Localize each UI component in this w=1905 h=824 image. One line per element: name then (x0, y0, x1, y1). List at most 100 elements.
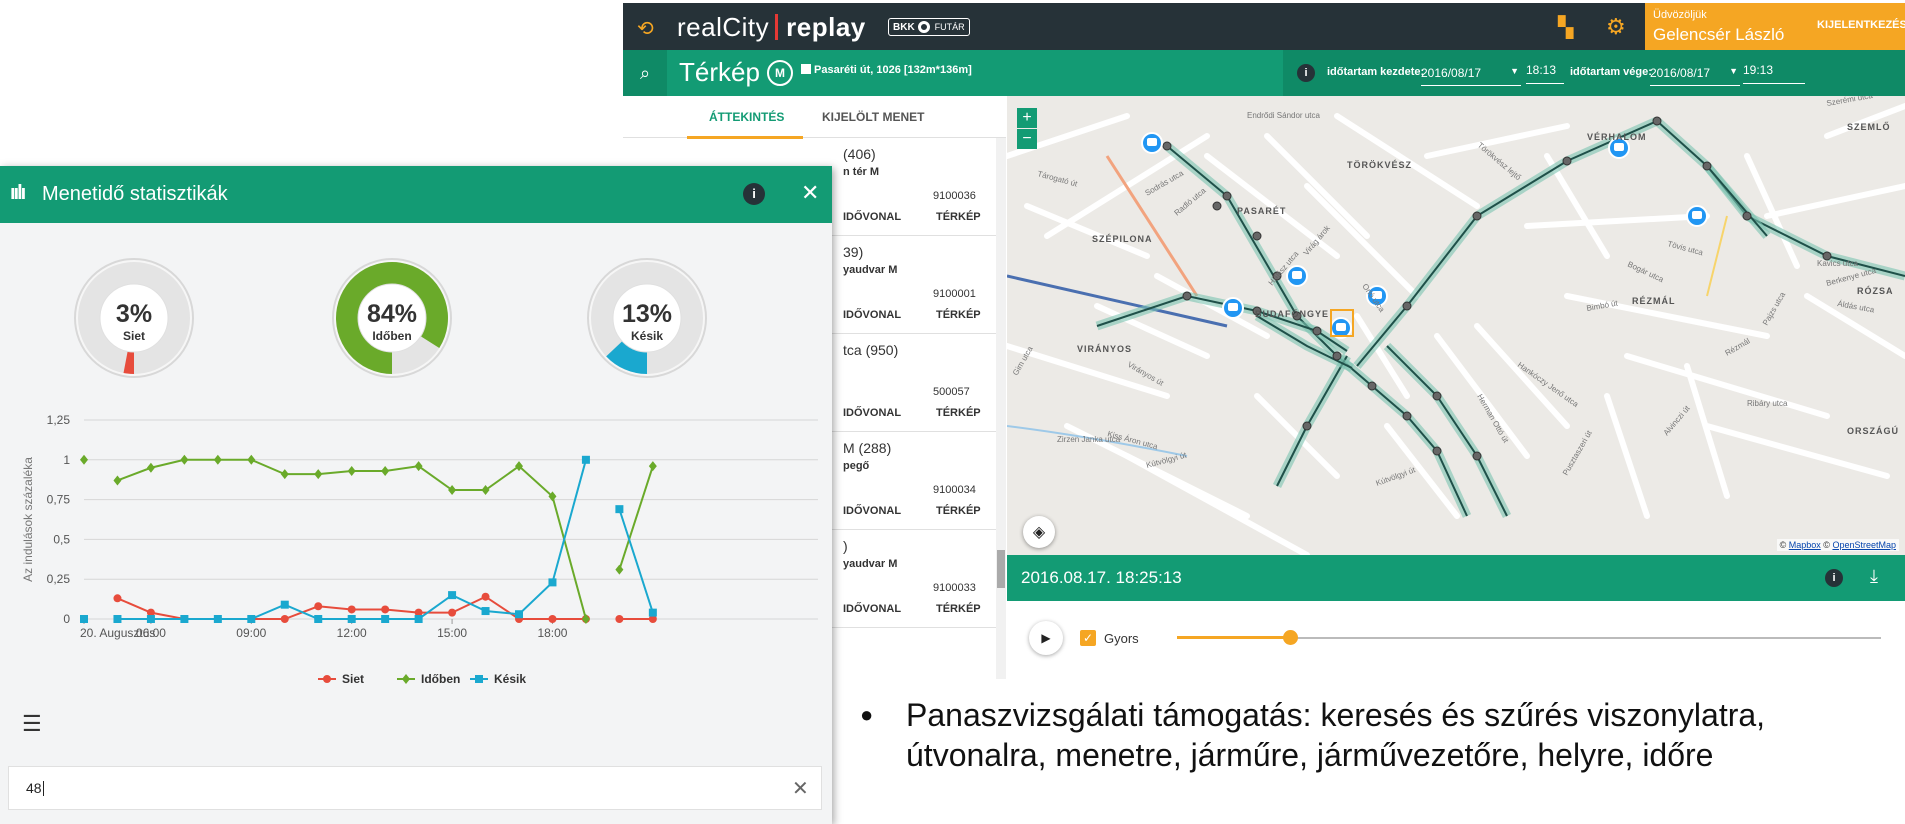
page-title: Térkép (679, 57, 760, 87)
stop-marker[interactable] (1432, 391, 1442, 401)
stop-marker[interactable] (1312, 326, 1322, 336)
info-icon[interactable]: i (1297, 64, 1315, 82)
chevron-down-icon: ▼ (1729, 66, 1738, 76)
legend-item-siet[interactable]: Siet (318, 672, 364, 686)
stop-marker[interactable] (1182, 291, 1192, 301)
brand-product: replay (786, 12, 866, 42)
mapbox-link[interactable]: Mapbox (1789, 540, 1821, 550)
stop-marker[interactable] (1402, 411, 1412, 421)
bkk-ring-icon (917, 21, 930, 33)
timeline-link[interactable]: IDŐVONAL (843, 309, 901, 321)
bkk-futar-badge: BKK FUTÁR (888, 18, 970, 36)
data-point (80, 615, 88, 623)
list-scrollbar[interactable] (996, 138, 1006, 679)
street (1424, 123, 1570, 159)
stop-marker[interactable] (1367, 381, 1377, 391)
start-time-input[interactable]: 18:13 (1526, 58, 1564, 84)
trip-time-chart: 00,250,50,7511,25Az indulások százaléka2… (21, 413, 818, 686)
map-link[interactable]: TÉRKÉP (936, 603, 981, 615)
data-point (648, 608, 657, 617)
map-link[interactable]: TÉRKÉP (936, 505, 981, 517)
end-date-select[interactable]: 2016/08/17 ▼ (1650, 60, 1740, 86)
end-time-input[interactable]: 19:13 (1743, 58, 1805, 84)
clear-icon[interactable]: ✕ (792, 776, 809, 801)
x-tick-label: 06:00 (136, 626, 166, 640)
stop-marker[interactable] (1472, 211, 1482, 221)
stop-marker[interactable] (1472, 451, 1482, 461)
line-search-input[interactable]: 48 ✕ (8, 766, 822, 810)
map-view[interactable]: TÖRÖKVÉSZ PASARÉT SZÉPILONA BUDAFÖNGYE VIRÁN… (1007, 96, 1905, 555)
stop-marker[interactable] (1302, 421, 1312, 431)
tab-overview[interactable]: ÁTTEKINTÉS (709, 110, 784, 124)
gauge-siet: 3%Siet (74, 258, 194, 378)
series-line (618, 465, 654, 570)
data-point (80, 454, 88, 465)
timeline-link[interactable]: IDŐVONAL (843, 211, 901, 223)
stop-marker[interactable] (1742, 211, 1752, 221)
stop-marker[interactable] (1652, 116, 1662, 126)
stop-marker[interactable] (1702, 161, 1712, 171)
logout-button[interactable]: KIJELENTKEZÉS (1817, 19, 1905, 31)
trip-route: tca (950) (843, 342, 899, 358)
layers-icon[interactable]: ◈ (1023, 516, 1055, 548)
street (1624, 353, 1830, 419)
search-value-text: 48 (26, 780, 42, 796)
start-label: időtartam kezdete: (1327, 66, 1425, 78)
history-icon[interactable]: ⟲ (637, 16, 654, 41)
zoom-out-button[interactable]: − (1017, 129, 1037, 149)
bus-glyph (1614, 143, 1624, 151)
map-canvas[interactable]: TÖRÖKVÉSZ PASARÉT SZÉPILONA BUDAFÖNGYE VIRÁN… (1007, 96, 1905, 555)
zoom-in-button[interactable]: + (1017, 108, 1037, 128)
stop-marker[interactable] (1332, 351, 1342, 361)
map-icon[interactable]: M (767, 60, 793, 86)
stats-title: Menetidő statisztikák (42, 183, 228, 205)
district-label: PASARÉT (1237, 206, 1286, 216)
stop-marker[interactable] (1222, 191, 1232, 201)
info-icon[interactable]: i (1825, 569, 1843, 587)
playback-bar: 2016.08.17. 18:25:13 i ⤓ (1007, 555, 1905, 601)
copyright-sign: © (1823, 540, 1830, 550)
stop-marker[interactable] (1252, 231, 1262, 241)
bus-icon[interactable] (1222, 297, 1244, 319)
data-point (615, 564, 624, 575)
info-icon[interactable]: i (743, 183, 765, 205)
dashboard-icon[interactable]: ▚ (1558, 15, 1573, 40)
play-button[interactable]: ▶ (1029, 621, 1063, 655)
data-point (180, 454, 189, 465)
stop-marker[interactable] (1432, 446, 1442, 456)
stop-marker[interactable] (1212, 201, 1222, 211)
legend-item-időben[interactable]: Időben (397, 672, 460, 686)
bus-glyph (1228, 303, 1238, 311)
start-date-select[interactable]: 2016/08/17 ▼ (1421, 60, 1521, 86)
bus-icon[interactable] (1686, 205, 1708, 227)
stop-marker[interactable] (1562, 156, 1572, 166)
bus-icon[interactable] (1286, 265, 1308, 287)
map-link[interactable]: TÉRKÉP (936, 211, 981, 223)
data-point (314, 615, 323, 623)
stop-marker[interactable] (1162, 141, 1172, 151)
menu-icon[interactable]: ☰ (22, 711, 42, 737)
gear-icon[interactable]: ⚙ (1606, 14, 1626, 40)
openstreetmap-link[interactable]: OpenStreetMap (1832, 540, 1896, 550)
timeline-handle[interactable] (1282, 630, 1298, 645)
data-point (448, 608, 457, 617)
stop-marker[interactable] (1402, 301, 1412, 311)
search-icon[interactable]: ⌕ (623, 50, 667, 96)
map-link[interactable]: TÉRKÉP (936, 309, 981, 321)
bullet-text: Panaszvizsgálati támogatás: keresés és s… (906, 697, 1766, 773)
bus-routes (1095, 116, 1905, 519)
data-point (247, 454, 256, 465)
data-point (146, 462, 155, 473)
close-icon[interactable]: ✕ (801, 180, 819, 206)
timeline-link[interactable]: IDŐVONAL (843, 603, 901, 615)
timeline-link[interactable]: IDŐVONAL (843, 505, 901, 517)
fast-checkbox[interactable]: ✓ (1080, 630, 1096, 646)
download-icon[interactable]: ⤓ (1870, 566, 1878, 587)
timeline-link[interactable]: IDŐVONAL (843, 407, 901, 419)
legend-item-késik[interactable]: Késik (470, 672, 526, 686)
tab-selected-trip[interactable]: KIJELÖLT MENET (822, 110, 924, 124)
bus-icon[interactable] (1141, 132, 1163, 154)
street-label: Törökvész lejtő (1476, 141, 1523, 183)
scroll-thumb[interactable] (997, 550, 1005, 588)
map-link[interactable]: TÉRKÉP (936, 407, 981, 419)
